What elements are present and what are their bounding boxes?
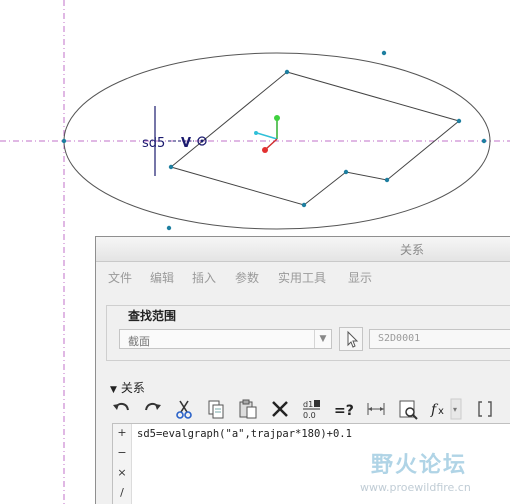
cursor-arrow-icon [347,330,359,348]
look-in-type-select[interactable]: 截面 ▼ [119,329,332,349]
relations-section-label: 关系 [120,381,145,395]
search-scope-label: 查找范围 [126,307,179,324]
svg-text:x: x [438,406,444,417]
watermark-text: 野火论坛 [371,453,468,478]
operator-plus-button[interactable]: + [116,426,128,439]
menu-edit[interactable]: 编辑 [150,269,174,286]
vertex-point [343,169,349,175]
vertex-point [384,177,390,183]
svg-text:▾: ▾ [453,405,457,414]
look-in-name-value: S2D0001 [378,333,421,344]
sort-icon[interactable] [396,397,420,421]
coordinate-system-icon [254,115,280,153]
vertex-point [168,164,174,170]
vertex-point [284,69,290,75]
svg-text:d1: d1 [303,400,313,409]
operator-divide-button[interactable]: / [116,486,128,499]
menu-insert[interactable]: 插入 [192,269,216,286]
menu-display[interactable]: 显示 [348,269,372,286]
dialog-title: 关系 [400,243,425,257]
ellipse-point [481,138,487,144]
section-polygon[interactable] [169,71,461,206]
vertex-point [456,118,462,124]
svg-text:0.0: 0.0 [303,411,316,420]
vertical-constraint-label: V [181,136,191,151]
look-in-type-value: 截面 [128,335,150,348]
trajectory-start-dot [200,139,204,143]
operator-multiply-button[interactable]: × [116,466,128,479]
look-in-name-field[interactable]: S2D0001 [369,329,510,349]
redo-icon[interactable] [140,397,164,421]
collapse-triangle-icon: ▼ [110,385,117,395]
dialog-titlebar[interactable]: 关系 [96,237,510,262]
watermark-url: www.proewildfire.cn [360,481,471,494]
verify-icon[interactable]: =? [332,397,356,421]
svg-text:=?: =? [334,403,354,419]
ellipse-point [381,50,387,56]
relation-line[interactable]: sd5=evalgraph("a",trajpar*180)+0.1 [137,428,352,440]
cut-icon[interactable] [172,397,196,421]
copy-icon[interactable] [204,397,228,421]
menu-parameters[interactable]: 参数 [235,269,259,286]
undo-icon[interactable] [110,397,134,421]
relations-toolbar: d1 0.0 =? f x ▾ [110,397,510,421]
bracket-icon[interactable] [473,397,497,421]
paste-icon[interactable] [236,397,260,421]
relations-section-header[interactable]: ▼ 关系 [110,379,145,396]
operator-minus-button[interactable]: − [116,446,128,459]
vertex-point [301,202,307,208]
menu-utilities[interactable]: 实用工具 [278,269,326,286]
dimension-label-sd5[interactable]: sd5 [142,136,165,151]
chevron-down-icon[interactable]: ▼ [314,330,331,348]
editor-operator-gutter: + − × / [113,424,132,504]
function-icon[interactable]: f x ▾ [428,397,462,421]
select-from-model-button[interactable] [339,327,363,351]
ellipse-point [166,225,172,231]
menu-file[interactable]: 文件 [108,269,132,286]
menu-bar: 文件 编辑 插入 参数 实用工具 显示 [96,262,510,290]
delete-icon[interactable] [268,397,292,421]
ellipse-point [61,138,67,144]
switch-dims-icon[interactable]: d1 0.0 [300,397,324,421]
relations-dialog: 关系 文件 编辑 插入 参数 实用工具 显示 查找范围 截面 ▼ S2D0001… [95,236,510,504]
ruler-icon[interactable] [364,397,388,421]
